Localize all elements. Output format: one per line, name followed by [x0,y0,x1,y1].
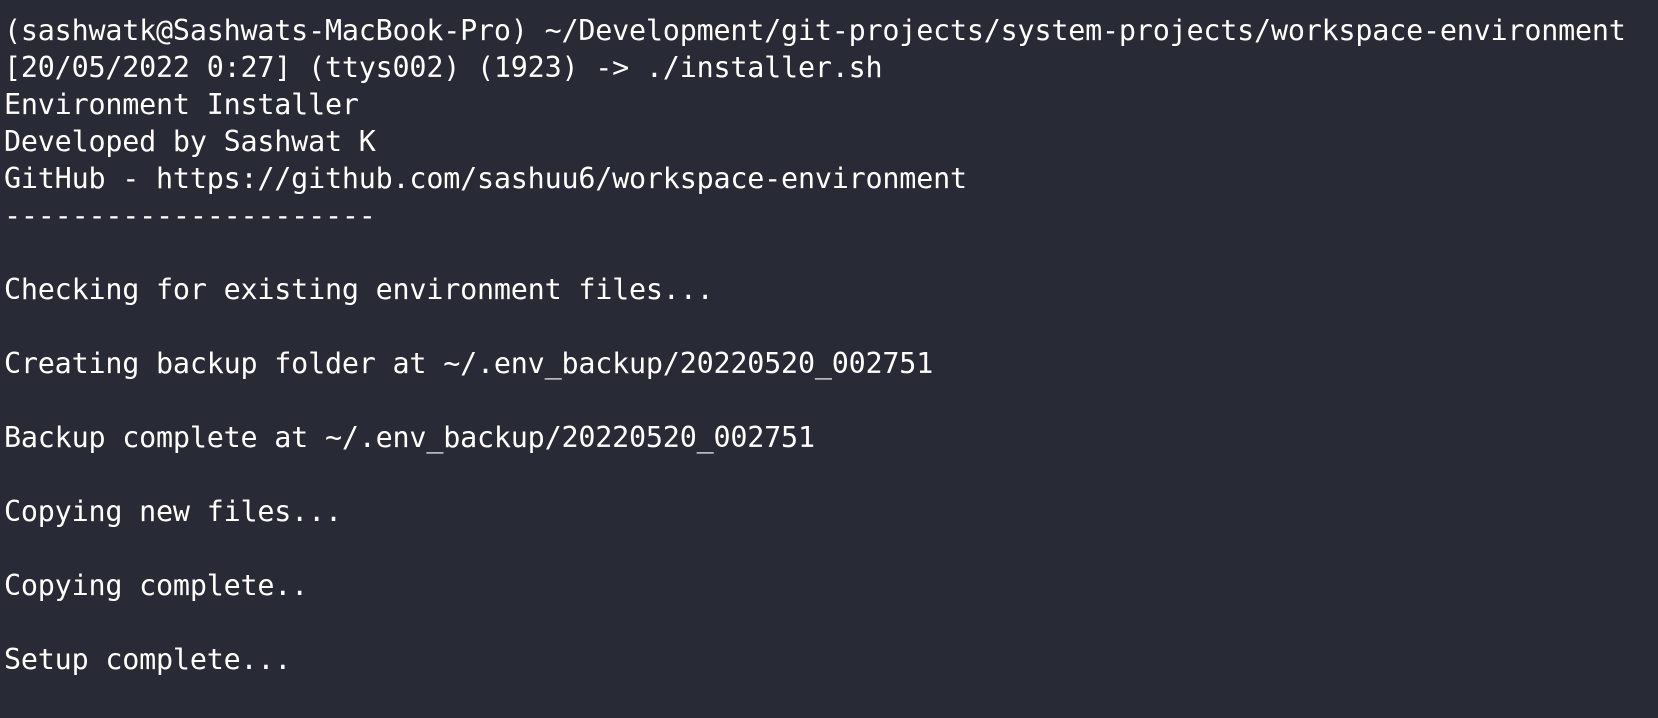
backup-create-message: Creating backup folder at ~/.env_backup/… [4,347,934,380]
installer-title: Environment Installer [4,88,359,121]
backup-done-message: Backup complete at ~/.env_backup/2022052… [4,421,815,454]
copy-done-message: Copying complete.. [4,569,309,602]
setup-done-message: Setup complete... [4,643,292,676]
header-separator: ---------------------- [4,199,376,232]
terminal-window[interactable]: (sashwatk@Sashwats-MacBook-Pro) ~/Develo… [0,0,1658,718]
installer-author: Developed by Sashwat K [4,125,376,158]
prompt-context-line: (sashwatk@Sashwats-MacBook-Pro) ~/Develo… [4,14,1626,47]
copying-message: Copying new files... [4,495,342,528]
prompt-command-line: [20/05/2022 0:27] (ttys002) (1923) -> ./… [4,51,883,84]
checking-message: Checking for existing environment files.… [4,273,714,306]
installer-repo-link: GitHub - https://github.com/sashuu6/work… [4,162,967,195]
